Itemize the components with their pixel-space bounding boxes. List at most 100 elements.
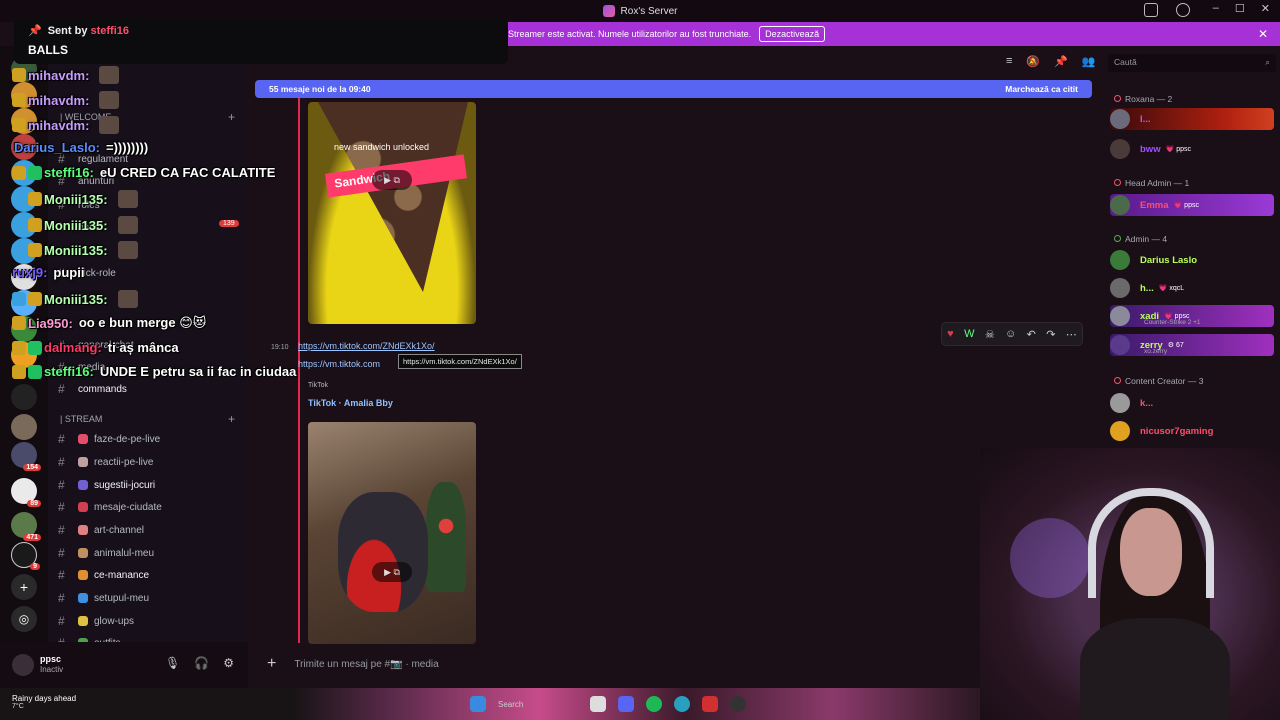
message-composer[interactable]: + Trimite un mesaj pe #📷 · media 🎁 [255,649,1092,679]
hash-icon: # [58,478,65,492]
banner-text: Streamer este activat. Numele utilizator… [508,29,752,39]
chat-user: Moniii135: [44,217,108,233]
member-item[interactable]: zerry ⚙ 67 xo.zerry [1110,334,1274,356]
add-channel-icon[interactable]: + [228,412,235,426]
composer-placeholder[interactable]: Trimite un mesaj pe #📷 · media [294,659,438,670]
server-icon[interactable]: 471 [11,512,41,541]
more-icon[interactable]: ⋯ [1066,328,1077,341]
pinned-notification[interactable]: 📌 Sent by steffi16 BALLS [14,18,508,64]
member-item[interactable]: h... 💗 xqcL [1110,277,1274,299]
chat-line: mihavdm: [12,91,120,109]
avatar [1110,335,1130,355]
member-name: I... [1140,113,1151,125]
role-icon [1114,235,1121,242]
server-icon[interactable]: 9 [11,542,40,570]
minimize-button[interactable]: – [1213,2,1219,15]
avatar [1110,250,1130,270]
pin-icon[interactable]: 📌 [1054,55,1068,68]
inbox-icon[interactable] [1144,3,1158,17]
server-icon[interactable]: 154 [11,442,41,471]
channel-sugestii-jocuri[interactable]: # sugestii-jocuri [58,478,155,492]
play-icon[interactable]: ▶ ⧉ [372,562,412,582]
chat-line: steffi16: eU CRED CA FAC CALATITE [12,165,275,180]
close-window-button[interactable]: ✕ [1261,2,1270,15]
member-item[interactable]: Darius Laslo [1110,249,1274,271]
search-input[interactable]: Caută ⌕ [1108,54,1276,72]
channel-faze-de-pe-live[interactable]: # faze-de-pe-live [58,432,160,446]
skull-icon[interactable]: ☠ [985,328,995,341]
avatar [1110,278,1130,298]
video-thumbnail[interactable]: ▶ ⧉ [308,422,476,644]
weather-widget[interactable]: Rainy days ahead 7°C [12,694,76,710]
chat-user: Darius_Laslo: [14,140,100,155]
channel-art-channel[interactable]: # art-channel [58,523,144,537]
file-explorer-icon[interactable] [590,696,606,712]
spotify-icon[interactable] [646,696,662,712]
embed-title[interactable]: TikTok · Amalia Bby [308,398,393,408]
start-icon[interactable] [470,696,486,712]
edge-icon[interactable] [674,696,690,712]
chat-text: =)))))))) [105,140,149,155]
help-icon[interactable] [1176,3,1190,17]
category-stream[interactable]: | STREAM [60,414,102,424]
member-item[interactable]: Emma 💗 ppsc [1110,194,1274,216]
banner-close-icon[interactable]: ✕ [1258,27,1268,41]
add-server-icon[interactable]: + [11,574,37,600]
badge-icon [12,364,26,379]
server-badge: 471 [23,534,41,541]
channel-name: mesaje-ciudate [94,501,162,513]
forward-icon[interactable]: ↷ [1046,328,1055,341]
taskbar-apps: Search [470,696,746,712]
avatar [1110,393,1130,413]
member-item[interactable]: bww 💗 ppsc [1110,138,1274,160]
server-icon[interactable] [11,414,37,440]
chat-user: mihavdm: [28,67,90,83]
member-tag: ⚙ 67 [1167,342,1184,349]
server-badge: 154 [23,464,41,471]
channel-emoji-icon [78,457,88,467]
threads-icon[interactable]: ≡ [1006,55,1012,68]
badge-icon [28,165,42,180]
add-reaction-icon[interactable]: ☺ [1005,328,1016,340]
microphone-icon[interactable]: 🎙 [165,656,180,670]
weather-temp: 7°C [12,703,24,710]
search-icon: ⌕ [1265,57,1270,67]
member-item[interactable]: nicusor7gaming [1110,420,1274,442]
headphones-icon[interactable]: 🎧 [194,656,209,670]
discord-icon[interactable] [618,696,634,712]
member-item[interactable]: xadi 💗 ppsc Counter-Strike 2 +1 [1110,305,1274,327]
group-label: Head Admin — 1 [1125,178,1190,188]
members-icon[interactable]: 👥 [1082,55,1096,68]
link-tooltip: https://vm.tiktok.com/ZNdEXk1Xo/ [398,354,522,369]
channel-glow-ups[interactable]: # glow-ups [58,614,134,628]
disable-streamer-button[interactable]: Dezactivează [759,26,826,42]
member-item[interactable]: I... [1110,108,1274,130]
member-item[interactable]: k... [1110,392,1274,414]
badge-icon [28,364,42,379]
emote-icon [117,290,138,308]
server-icon[interactable]: 89 [11,478,41,507]
discover-icon[interactable]: ◎ [11,606,37,632]
add-attachment-icon[interactable]: + [267,655,276,673]
maximize-button[interactable]: ☐ [1235,2,1245,15]
reply-icon[interactable]: ↶ [1027,328,1036,341]
channel-setupul-meu[interactable]: # setupul-meu [58,591,149,605]
gear-icon[interactable]: ⚙ [223,656,234,670]
w-emote-icon[interactable]: W [964,328,974,340]
chat-user: dalmang: [44,340,102,355]
notifications-icon[interactable]: 🔕 [1026,55,1040,68]
mark-read-button[interactable]: Marchează ca citit [1005,84,1078,94]
chat-user: ruxj9: [12,265,48,280]
obs-icon[interactable] [730,696,746,712]
channel-ce-manance[interactable]: # ce-manance [58,568,149,582]
channel-animalul-meu[interactable]: # animalul-meu [58,546,154,560]
avatar[interactable] [12,654,34,676]
channel-reactii-pe-live[interactable]: # reactii-pe-live [58,455,153,469]
channel-mesaje-ciudate[interactable]: # mesaje-ciudate [58,500,162,514]
taskbar-search[interactable]: Search [498,700,578,709]
heart-icon[interactable]: ♥ [947,328,954,340]
lamp-glow [1010,518,1090,598]
app-icon[interactable] [702,696,718,712]
chat-text: ti aș mânca [107,340,179,355]
member-tag: 💗 ppsc [1165,146,1192,153]
